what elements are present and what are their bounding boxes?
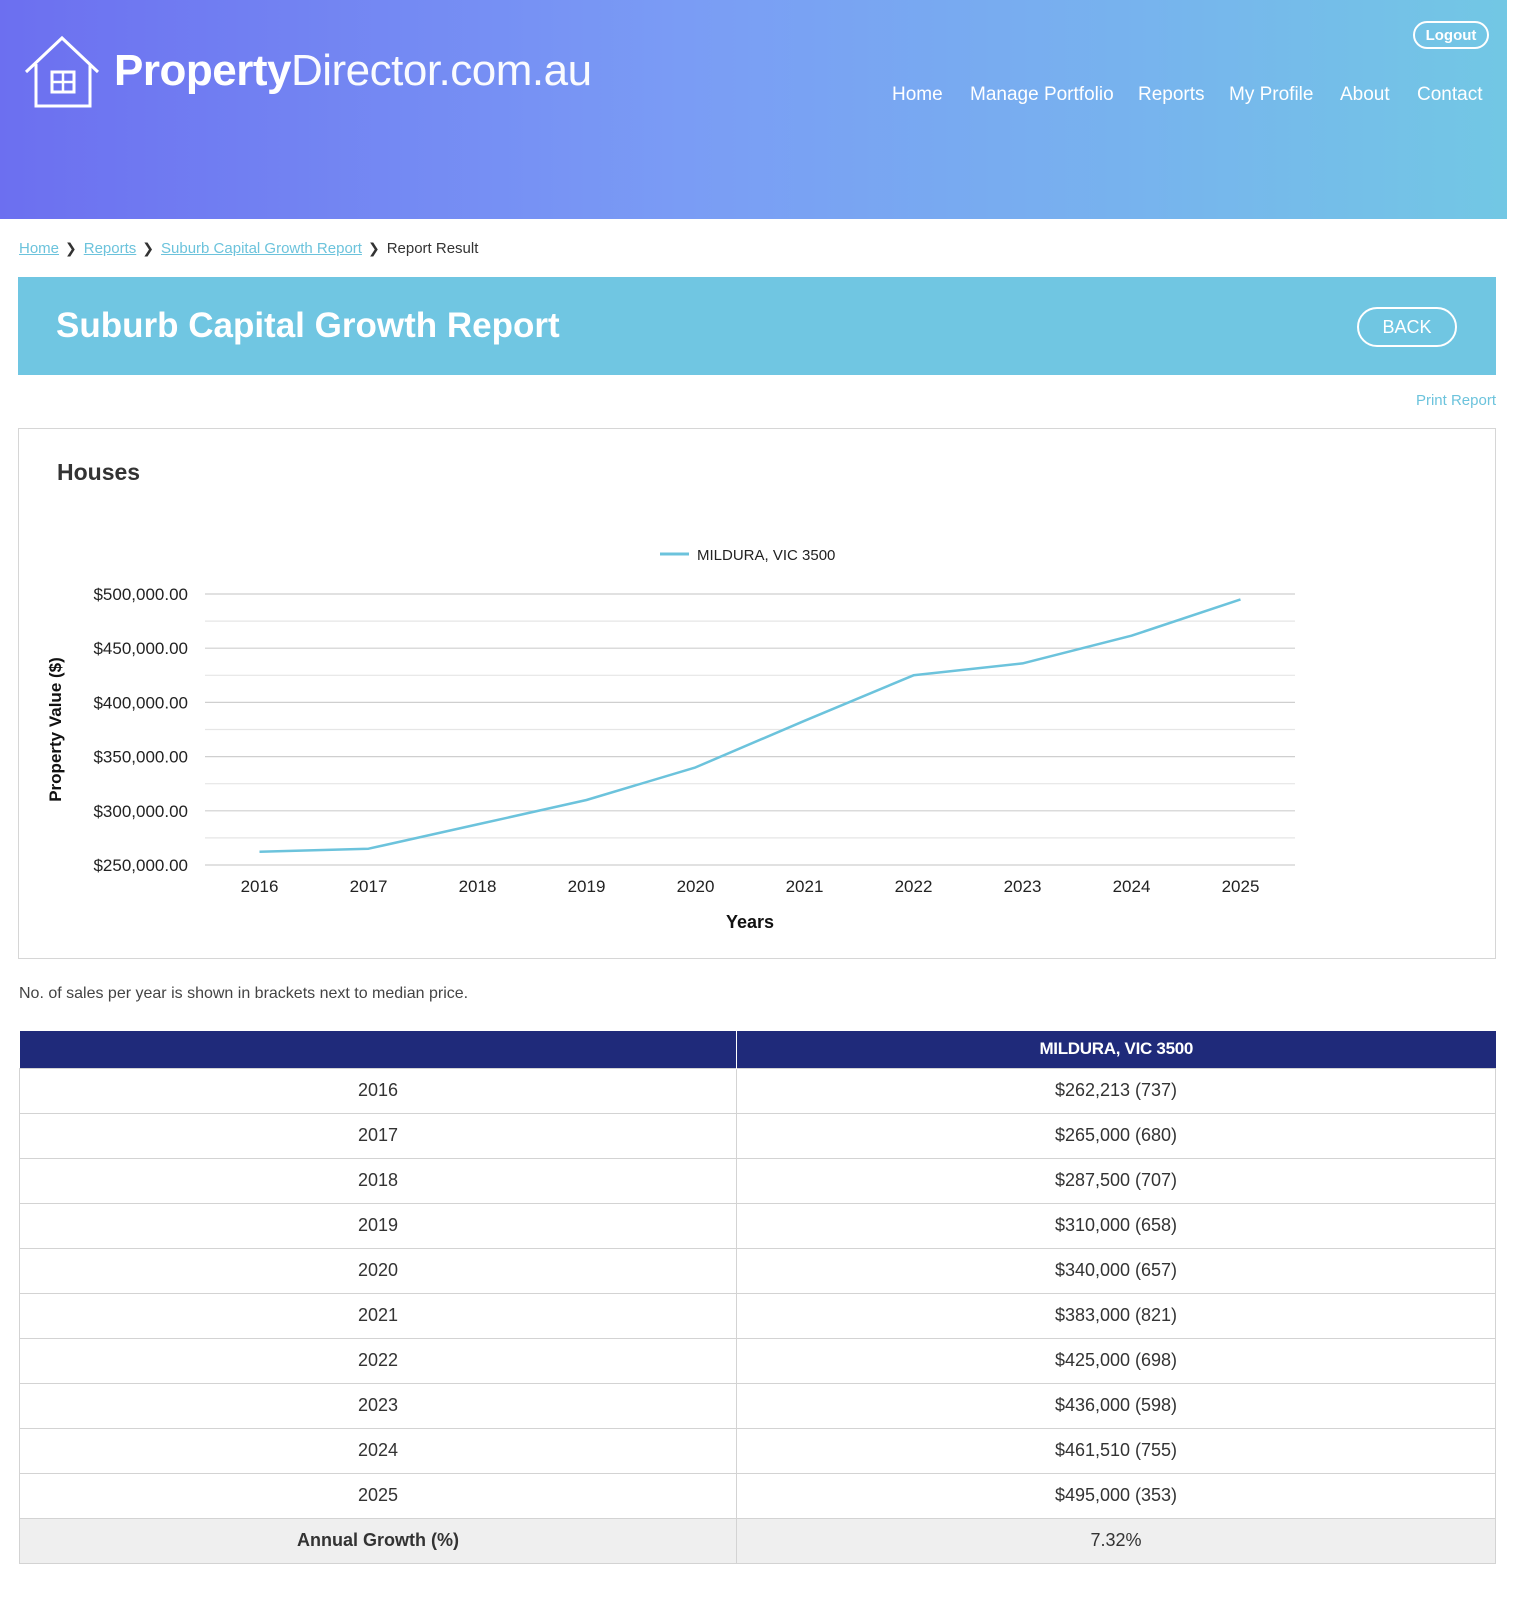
y-axis-title: Property Value ($) <box>46 657 65 802</box>
capital-growth-chart: $250,000.00 $300,000.00 $350,000.00 $400,00… <box>46 547 1295 932</box>
print-report-link[interactable]: Print Report <box>1416 392 1496 409</box>
y-tick-label: $250,000.00 <box>93 856 188 875</box>
x-tick-label: 2020 <box>677 877 715 896</box>
table-row: 2018 $287,500 (707) <box>19 1157 1496 1204</box>
row-year: 2016 <box>19 1067 737 1114</box>
annual-growth-value: 7.32% <box>736 1517 1496 1564</box>
x-tick-label: 2019 <box>568 877 606 896</box>
page-title: Suburb Capital Growth Report <box>56 306 560 345</box>
series-line <box>259 598 1241 854</box>
row-median-price: $425,000 (698) <box>736 1337 1496 1384</box>
nav-item-reports[interactable]: Reports <box>1138 84 1205 106</box>
table-row: 2021 $383,000 (821) <box>19 1292 1496 1339</box>
breadcrumb-reports[interactable]: Reports <box>84 240 137 257</box>
y-tick-label: $300,000.00 <box>93 802 188 821</box>
row-year: 2023 <box>19 1382 737 1429</box>
table-row: 2023 $436,000 (598) <box>19 1382 1496 1429</box>
row-year: 2017 <box>19 1112 737 1159</box>
y-tick-label: $450,000.00 <box>93 639 188 658</box>
x-tick-label: 2018 <box>459 877 497 896</box>
chevron-right-icon: ❯ <box>367 240 380 256</box>
logout-button[interactable]: Logout <box>1413 21 1489 49</box>
row-median-price: $265,000 (680) <box>736 1112 1496 1159</box>
x-tick-label: 2025 <box>1222 877 1260 896</box>
row-year: 2018 <box>19 1157 737 1204</box>
table-row: 2025 $495,000 (353) <box>19 1472 1496 1519</box>
y-tick-label: $400,000.00 <box>93 693 188 712</box>
chevron-right-icon: ❯ <box>65 240 77 256</box>
x-tick-label: 2017 <box>350 877 388 896</box>
row-median-price: $310,000 (658) <box>736 1202 1496 1249</box>
table-header-year <box>19 1031 737 1068</box>
row-median-price: $436,000 (598) <box>736 1382 1496 1429</box>
row-median-price: $262,213 (737) <box>736 1067 1496 1114</box>
row-year: 2021 <box>19 1292 737 1339</box>
table-header-row: MILDURA, VIC 3500 <box>19 1031 1496 1068</box>
x-tick-label: 2021 <box>786 877 824 896</box>
x-axis-title: Years <box>726 912 774 932</box>
growth-table: MILDURA, VIC 3500 2016 $262,213 (737) 2017… <box>19 1031 1496 1564</box>
sales-note: No. of sales per year is shown in bracke… <box>19 985 469 1002</box>
y-tick-label: $350,000.00 <box>93 748 188 767</box>
row-year: 2019 <box>19 1202 737 1249</box>
row-year: 2025 <box>19 1472 737 1519</box>
table-row: 2024 $461,510 (755) <box>19 1427 1496 1474</box>
x-tick-label: 2022 <box>895 877 933 896</box>
back-button[interactable]: BACK <box>1357 307 1457 347</box>
row-year: 2024 <box>19 1427 737 1474</box>
chart-panel: Houses $250,000.00 $300,000.00 $350,000.00… <box>18 428 1496 959</box>
annual-growth-row: Annual Growth (%) 7.32% <box>19 1517 1496 1564</box>
breadcrumb-current: Report Result <box>386 240 479 257</box>
x-tick-label: 2016 <box>241 877 279 896</box>
site-header: PropertyDirector.com.au Logout Home Mana… <box>0 0 1517 219</box>
y-tick-label: $500,000.00 <box>93 585 188 604</box>
table-row: 2019 $310,000 (658) <box>19 1202 1496 1249</box>
nav-item-my-profile[interactable]: My Profile <box>1229 84 1313 106</box>
table-row: 2017 $265,000 (680) <box>19 1112 1496 1159</box>
row-median-price: $461,510 (755) <box>736 1427 1496 1474</box>
breadcrumb-home[interactable]: Home <box>19 240 59 257</box>
x-tick-label: 2023 <box>1004 877 1042 896</box>
breadcrumb-suburb-report[interactable]: Suburb Capital Growth Report <box>161 240 362 257</box>
nav-item-contact[interactable]: Contact <box>1417 84 1482 106</box>
table-row: 2020 $340,000 (657) <box>19 1247 1496 1294</box>
main-nav: Home Manage Portfolio Reports My Profile… <box>0 84 1517 108</box>
table-row: 2016 $262,213 (737) <box>19 1067 1496 1114</box>
annual-growth-label: Annual Growth (%) <box>19 1517 737 1564</box>
row-median-price: $340,000 (657) <box>736 1247 1496 1294</box>
nav-item-manage-portfolio[interactable]: Manage Portfolio <box>970 84 1114 106</box>
breadcrumb: Home ❯ Reports ❯ Suburb Capital Growth R… <box>19 240 478 257</box>
row-median-price: $287,500 (707) <box>736 1157 1496 1204</box>
chevron-right-icon: ❯ <box>142 240 155 256</box>
table-row: 2022 $425,000 (698) <box>19 1337 1496 1384</box>
row-median-price: $383,000 (821) <box>736 1292 1496 1339</box>
row-year: 2022 <box>19 1337 737 1384</box>
table-header-suburb: MILDURA, VIC 3500 <box>736 1031 1496 1068</box>
row-year: 2020 <box>19 1247 737 1294</box>
page-banner: Suburb Capital Growth Report BACK <box>18 277 1496 375</box>
nav-item-about[interactable]: About <box>1340 84 1390 106</box>
row-median-price: $495,000 (353) <box>736 1472 1496 1519</box>
nav-item-home[interactable]: Home <box>892 84 943 106</box>
x-tick-label: 2024 <box>1113 877 1151 896</box>
legend-label: MILDURA, VIC 3500 <box>697 547 835 564</box>
